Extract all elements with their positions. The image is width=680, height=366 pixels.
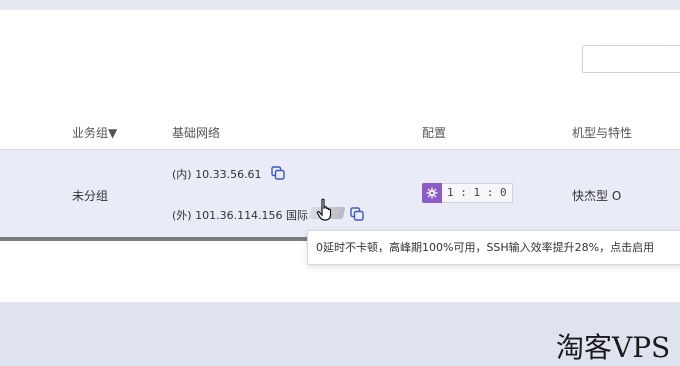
header-network: 基础网络	[172, 126, 221, 140]
search-input[interactable]	[582, 45, 680, 73]
config-value: 1 : 1 : 0	[442, 183, 513, 203]
horizontal-scrollbar[interactable]	[0, 237, 320, 241]
chip-icon	[422, 183, 442, 203]
header-machine-type: 机型与特性	[572, 126, 633, 140]
copy-internal-ip-icon[interactable]	[271, 166, 285, 180]
top-strip	[0, 0, 680, 10]
header-config: 配置	[422, 126, 447, 140]
internal-ip: (内) 10.33.56.61	[172, 168, 262, 181]
network-tooltip: 0延时不卡顿，高峰期100%可用，SSH输入效率提升28%，点击启用	[307, 230, 680, 265]
copy-external-ip-icon[interactable]	[350, 207, 364, 221]
table-header: 业务组▼ 基础网络 配置 机型与特性	[0, 110, 680, 150]
external-ip: (外) 101.36.114.156 国际	[172, 209, 309, 222]
machine-type-cell: 快杰型 O	[572, 189, 622, 203]
config-badge: 1 : 1 : 0	[422, 183, 513, 203]
hand-cursor-icon	[316, 198, 336, 222]
table-row[interactable]: 未分组 (内) 10.33.56.61 (外) 101.36.114.156 国…	[0, 150, 680, 239]
header-business-group[interactable]: 业务组▼	[72, 124, 117, 141]
group-cell: 未分组	[72, 189, 109, 203]
watermark: 淘客VPS	[556, 331, 671, 364]
